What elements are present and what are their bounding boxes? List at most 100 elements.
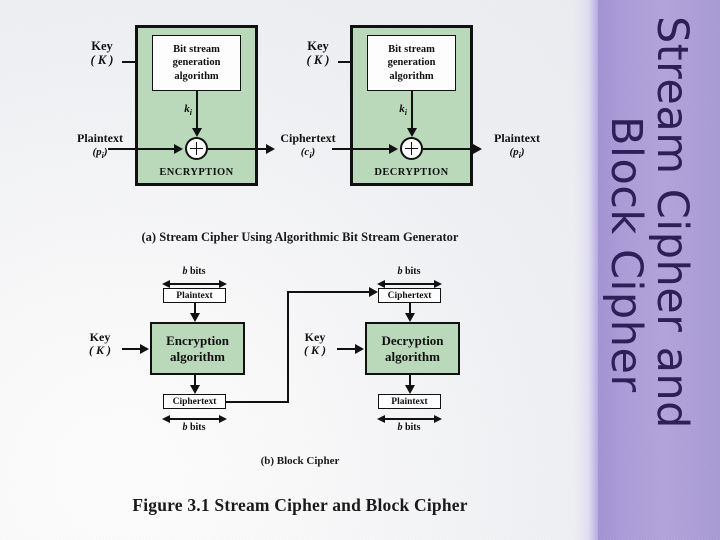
block-enc-bottom-dim-left-arrow bbox=[162, 415, 170, 423]
block-dec-bottom-bits-b: b bbox=[397, 422, 403, 433]
stream-enc-gen-line3: algorithm bbox=[174, 70, 219, 82]
stream-enc-ki-i: i bbox=[189, 108, 192, 118]
stream-dec-xor-icon bbox=[400, 137, 423, 160]
block-dec-key-wire bbox=[337, 347, 356, 350]
stream-enc-key-text: Key bbox=[91, 39, 113, 53]
block-dec-bottom-dim-line bbox=[383, 418, 435, 420]
block-enc-bottom-dim-line bbox=[168, 418, 220, 420]
stream-dec-generator-box: Bit stream generation algorithm bbox=[367, 35, 456, 91]
stream-dec-plaintext-label: Plaintext (pi) bbox=[481, 132, 553, 161]
block-enc-key-wire bbox=[122, 347, 141, 350]
stream-dec-output-wire bbox=[423, 147, 475, 150]
stream-enc-ciphertext-wire bbox=[208, 147, 268, 150]
block-encryption-algorithm-box: Encryption algorithm bbox=[150, 322, 245, 375]
stream-dec-keystream-label: ki bbox=[387, 103, 407, 118]
block-enc-plaintext-box: Plaintext bbox=[163, 288, 226, 303]
block-enc-plaintext-text: Plaintext bbox=[176, 290, 213, 301]
block-enc-top-dim-line bbox=[168, 283, 220, 285]
block-dec-key-text: Key bbox=[304, 330, 326, 344]
stream-enc-xor-icon bbox=[185, 137, 208, 160]
stream-enc-plaintext-label: Plaintext (pi) bbox=[62, 132, 138, 161]
block-enc-bottom-bits-b: b bbox=[182, 422, 188, 433]
block-dec-key-sub: ( K ) bbox=[304, 342, 326, 357]
block-link-seg-bottom bbox=[226, 401, 289, 403]
block-dec-input-arrowhead bbox=[404, 313, 415, 322]
stream-enc-gen-line1: Bit stream bbox=[173, 44, 220, 56]
stream-enc-gen-line2: generation bbox=[172, 57, 221, 69]
block-dec-plaintext-box: Plaintext bbox=[378, 394, 441, 409]
stream-enc-plaintext-arrowhead bbox=[174, 143, 183, 154]
block-enc-plaintext-arrowhead bbox=[189, 313, 200, 322]
stream-enc-ciphertext-label: Ciphertext (ci) bbox=[272, 132, 344, 161]
stream-enc-block-label: ENCRYPTION bbox=[159, 167, 234, 178]
block-enc-top-bits-label: b bits bbox=[164, 266, 224, 278]
block-link-arrowhead bbox=[369, 287, 378, 297]
block-enc-bottom-bits-label: b bits bbox=[164, 422, 224, 434]
block-enc-alg-line2: algorithm bbox=[170, 348, 225, 364]
stream-dec-input-wire bbox=[350, 147, 391, 150]
block-decryption-algorithm-box: Decryption algorithm bbox=[365, 322, 460, 375]
block-enc-ciphertext-text: Ciphertext bbox=[172, 396, 217, 407]
block-dec-alg-line2: algorithm bbox=[385, 348, 440, 364]
stream-dec-gen-line3: algorithm bbox=[389, 70, 434, 82]
part-b-caption: (b) Block Cipher bbox=[260, 455, 340, 467]
block-enc-bottom-dim-right-arrow bbox=[219, 415, 227, 423]
stream-dec-gen-line1: Bit stream bbox=[388, 44, 435, 56]
stream-enc-keystream-label: ki bbox=[172, 103, 192, 118]
block-dec-key-arrowhead bbox=[355, 343, 364, 354]
block-dec-bottom-dim-left-arrow bbox=[377, 415, 385, 423]
block-dec-bottom-bits-word: bits bbox=[404, 422, 421, 433]
block-enc-top-dim-right-arrow bbox=[219, 280, 227, 288]
block-dec-key-label: Key ( K ) bbox=[291, 331, 339, 357]
block-dec-bottom-dim-right-arrow bbox=[434, 415, 442, 423]
block-enc-key-text: Key bbox=[89, 330, 111, 344]
stream-dec-gen-line2: generation bbox=[387, 57, 436, 69]
block-dec-ciphertext-box: Ciphertext bbox=[378, 288, 441, 303]
stream-enc-ci-close: ) bbox=[311, 145, 316, 158]
block-dec-output-arrowhead bbox=[404, 385, 415, 394]
block-enc-top-bits-b: b bbox=[182, 266, 188, 277]
block-dec-top-bits-word: bits bbox=[404, 266, 421, 277]
stream-enc-pi-open: (p bbox=[92, 145, 102, 158]
block-dec-top-dim-right-arrow bbox=[434, 280, 442, 288]
slide-title-line-2: Block Cipher bbox=[601, 116, 651, 393]
stream-dec-plaintext-text: Plaintext bbox=[494, 131, 540, 145]
block-enc-alg-line1: Encryption bbox=[166, 333, 229, 349]
block-enc-bottom-bits-word: bits bbox=[189, 422, 206, 433]
stream-enc-ciphertext-text: Ciphertext bbox=[280, 131, 336, 145]
slide-canvas: Key ( K ) Bit stream generation algorith… bbox=[0, 0, 720, 540]
block-dec-top-dim-left-arrow bbox=[377, 280, 385, 288]
stream-enc-plaintext-wire bbox=[108, 147, 176, 150]
block-link-seg-vertical bbox=[287, 292, 289, 403]
stream-enc-pi-close: ) bbox=[103, 145, 108, 158]
stream-dec-keystream-arrowhead bbox=[406, 128, 417, 137]
stream-dec-key-sub: ( K ) bbox=[306, 52, 330, 67]
stream-enc-plaintext-text: Plaintext bbox=[77, 131, 123, 145]
block-link-seg-top bbox=[287, 291, 371, 293]
stream-enc-keystream-wire bbox=[195, 91, 198, 130]
stream-dec-pi-open: (p bbox=[509, 145, 519, 158]
stream-dec-input-arrowhead bbox=[389, 143, 398, 154]
block-enc-key-sub: ( K ) bbox=[89, 342, 111, 357]
stream-enc-generator-box: Bit stream generation algorithm bbox=[152, 35, 241, 91]
block-dec-alg-line1: Decryption bbox=[381, 333, 444, 349]
block-dec-top-bits-label: b bits bbox=[379, 266, 439, 278]
block-dec-bottom-bits-label: b bits bbox=[379, 422, 439, 434]
block-enc-output-arrowhead bbox=[189, 385, 200, 394]
block-dec-plaintext-text: Plaintext bbox=[391, 396, 428, 407]
block-dec-top-bits-b: b bbox=[397, 266, 403, 277]
block-enc-top-dim-left-arrow bbox=[162, 280, 170, 288]
stream-enc-key-sub: ( K ) bbox=[90, 52, 114, 67]
figure-caption: Figure 3.1 Stream Cipher and Block Ciphe… bbox=[132, 495, 468, 515]
stream-dec-keystream-wire bbox=[410, 91, 413, 130]
block-enc-key-label: Key ( K ) bbox=[76, 331, 124, 357]
sidebar-gradient-edge bbox=[574, 0, 600, 540]
block-enc-ciphertext-box: Ciphertext bbox=[163, 394, 226, 409]
stream-dec-pi-close: ) bbox=[520, 145, 525, 158]
stream-dec-key-text: Key bbox=[307, 39, 329, 53]
block-enc-key-arrowhead bbox=[140, 343, 149, 354]
stream-enc-keystream-arrowhead bbox=[191, 128, 202, 137]
block-dec-ciphertext-text: Ciphertext bbox=[387, 290, 432, 301]
block-dec-top-dim-line bbox=[383, 283, 435, 285]
stream-dec-ki-i: i bbox=[404, 108, 407, 118]
